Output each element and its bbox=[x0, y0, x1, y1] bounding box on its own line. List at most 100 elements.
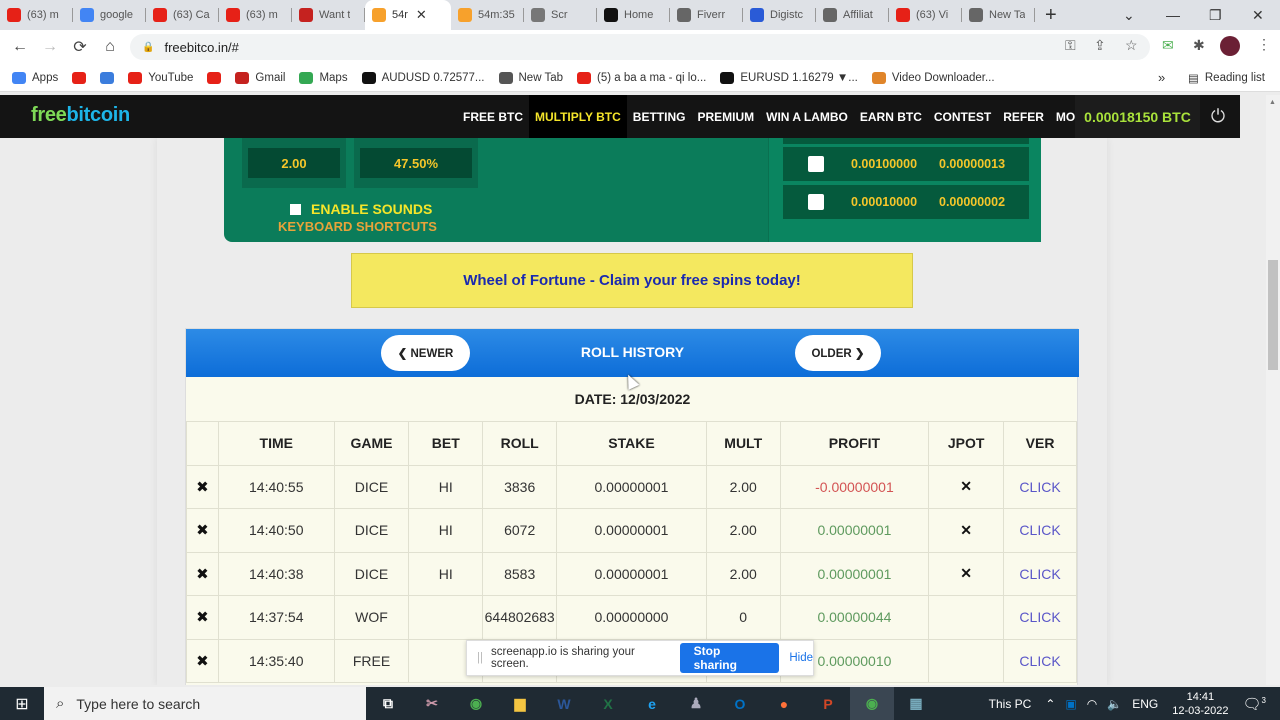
older-button[interactable]: OLDER ❯ bbox=[795, 335, 881, 371]
file-explorer-icon[interactable]: ▆ bbox=[498, 687, 542, 720]
outlook-icon[interactable]: O bbox=[718, 687, 762, 720]
home-button[interactable]: ⌂ bbox=[95, 38, 125, 56]
drag-grip-icon[interactable]: || bbox=[477, 652, 483, 664]
more-bookmarks-icon[interactable]: » bbox=[1158, 70, 1165, 85]
browser-tab[interactable]: google bbox=[73, 0, 146, 30]
bookmark-item[interactable]: EURUSD 1.16279 ▼... bbox=[720, 71, 858, 84]
keyboard-shortcuts-link[interactable]: KEYBOARD SHORTCUTS bbox=[278, 219, 437, 234]
reading-list-button[interactable]: ▤ Reading list bbox=[1188, 71, 1265, 85]
windows-start-icon[interactable]: ⊞ bbox=[0, 687, 44, 720]
cell-ver[interactable]: CLICK bbox=[1003, 551, 1077, 596]
this-pc-label[interactable]: This PC bbox=[989, 697, 1032, 711]
browser-tab[interactable]: (63) Ca bbox=[146, 0, 219, 30]
bookmark-item[interactable]: Apps bbox=[12, 71, 58, 84]
share-icon[interactable]: ⇪ bbox=[1094, 37, 1106, 54]
payout-value[interactable]: 2.00 bbox=[248, 148, 340, 178]
forward-button[interactable]: → bbox=[35, 38, 65, 56]
browser-tab[interactable]: Digistc bbox=[743, 0, 816, 30]
calculator-icon[interactable]: ▦ bbox=[894, 687, 938, 720]
taskbar-clock[interactable]: 14:41 12-03-2022 bbox=[1172, 690, 1228, 718]
excel-icon[interactable]: X bbox=[586, 687, 630, 720]
bookmark-item[interactable] bbox=[72, 71, 92, 84]
cell-game: DICE bbox=[333, 464, 410, 509]
language-indicator[interactable]: ENG bbox=[1132, 697, 1158, 711]
back-button[interactable]: ← bbox=[5, 38, 35, 56]
outlook-tray-icon[interactable]: ▣ bbox=[1065, 697, 1076, 711]
minimize-button[interactable]: — bbox=[1166, 0, 1180, 30]
scrollbar-thumb[interactable] bbox=[1268, 260, 1278, 370]
bookmark-item[interactable]: Video Downloader... bbox=[871, 71, 995, 84]
browser-tab[interactable]: New Ta bbox=[962, 0, 1035, 30]
cell-ver[interactable]: CLICK bbox=[1003, 464, 1077, 509]
browser-tab[interactable]: (63) Vi bbox=[889, 0, 962, 30]
tab-search-dropdown-icon[interactable]: ⌄ bbox=[1123, 0, 1135, 30]
hide-button[interactable]: Hide bbox=[789, 652, 813, 664]
browser-tab[interactable]: (63) m bbox=[219, 0, 292, 30]
wifi-icon[interactable]: ◠ bbox=[1087, 697, 1097, 711]
site-menu-item[interactable]: CONTEST bbox=[928, 95, 997, 138]
chrome-taskbar-icon[interactable]: ◉ bbox=[454, 687, 498, 720]
wheel-of-fortune-banner[interactable]: Wheel of Fortune - Claim your free spins… bbox=[351, 253, 913, 308]
bookmark-item[interactable]: New Tab bbox=[498, 71, 563, 84]
key-icon[interactable]: ⚿ bbox=[1065, 37, 1076, 54]
jackpot-checkbox[interactable] bbox=[808, 156, 824, 172]
address-bar[interactable]: 🔒 freebitco.in/# bbox=[130, 34, 1150, 60]
bookmark-item[interactable]: YouTube bbox=[128, 71, 193, 84]
extensions-puzzle-icon[interactable]: ✱ bbox=[1193, 37, 1205, 54]
new-tab-button[interactable]: + bbox=[1045, 4, 1057, 27]
browser-tab[interactable]: Want t bbox=[292, 0, 365, 30]
bookmark-item[interactable]: Gmail bbox=[235, 71, 285, 84]
volume-icon[interactable]: 🔈 bbox=[1107, 697, 1122, 711]
snipping-tool-icon[interactable]: ✂ bbox=[410, 687, 454, 720]
site-menu-item[interactable]: BETTING bbox=[627, 95, 692, 138]
cell-ver[interactable]: CLICK bbox=[1003, 638, 1077, 683]
bookmark-item[interactable] bbox=[100, 71, 120, 84]
bookmark-item[interactable] bbox=[207, 71, 227, 84]
site-menu-item[interactable]: REFER bbox=[997, 95, 1050, 138]
site-menu-item[interactable]: FREE BTC bbox=[457, 95, 529, 138]
chrome-active-icon[interactable]: ◉ bbox=[850, 687, 894, 720]
page-scrollbar[interactable]: ▲ bbox=[1266, 95, 1280, 685]
word-icon[interactable]: W bbox=[542, 687, 586, 720]
profile-avatar[interactable] bbox=[1220, 36, 1240, 56]
logout-power-icon[interactable]: ⏻ bbox=[1200, 95, 1236, 138]
app-icon[interactable]: ♟ bbox=[674, 687, 718, 720]
site-menu-item[interactable]: WIN A LAMBO bbox=[760, 95, 854, 138]
extension-mail-icon[interactable]: ✉ bbox=[1162, 37, 1174, 54]
notifications-icon[interactable]: 🗨3 bbox=[1243, 695, 1267, 713]
jackpot-checkbox[interactable] bbox=[808, 194, 824, 210]
cell-ver[interactable]: CLICK bbox=[1003, 508, 1077, 553]
close-window-button[interactable]: ✕ bbox=[1252, 0, 1264, 30]
browser-tab[interactable]: 54r ✕ bbox=[365, 0, 451, 30]
firefox-icon[interactable]: ● bbox=[762, 687, 806, 720]
win-chance-value[interactable]: 47.50% bbox=[360, 148, 472, 178]
browser-tab[interactable]: Scr bbox=[524, 0, 597, 30]
browser-tab[interactable]: Affiliat bbox=[816, 0, 889, 30]
browser-tab[interactable]: Home bbox=[597, 0, 670, 30]
menu-kebab-icon[interactable]: ⋮ bbox=[1257, 36, 1271, 53]
browser-tab[interactable]: (63) m bbox=[0, 0, 73, 30]
task-view-icon[interactable]: ⧉ bbox=[366, 687, 410, 720]
taskbar-search-box[interactable]: ⌕ Type here to search bbox=[44, 687, 366, 720]
bookmark-item[interactable]: (5) a ba a ma - qi lo... bbox=[577, 71, 706, 84]
internet-explorer-icon[interactable]: e bbox=[630, 687, 674, 720]
browser-tab[interactable]: 54m:35 bbox=[451, 0, 524, 30]
close-tab-icon[interactable]: ✕ bbox=[416, 7, 427, 23]
stop-sharing-button[interactable]: Stop sharing bbox=[679, 643, 780, 673]
scroll-up-arrow-icon[interactable]: ▲ bbox=[1269, 99, 1276, 106]
bookmark-item[interactable]: AUDUSD 0.72577... bbox=[361, 71, 485, 84]
bookmark-star-icon[interactable]: ☆ bbox=[1125, 37, 1138, 54]
browser-tab[interactable]: Fiverr bbox=[670, 0, 743, 30]
powerpoint-icon[interactable]: P bbox=[806, 687, 850, 720]
freebitcoin-logo[interactable]: freebitcoin bbox=[31, 104, 130, 127]
maximize-button[interactable]: ❐ bbox=[1209, 0, 1222, 30]
sounds-checkbox[interactable] bbox=[290, 203, 301, 215]
site-menu-item[interactable]: MULTIPLY BTC bbox=[529, 95, 627, 138]
site-menu-item[interactable]: EARN BTC bbox=[854, 95, 928, 138]
bookmark-item[interactable]: Maps bbox=[299, 71, 348, 84]
reload-button[interactable]: ⟳ bbox=[65, 37, 95, 57]
site-menu-item[interactable]: PREMIUM bbox=[691, 95, 760, 138]
enable-sounds-toggle[interactable]: ENABLE SOUNDS bbox=[290, 201, 432, 217]
tray-expand-icon[interactable]: ⌃ bbox=[1045, 697, 1055, 711]
cell-ver[interactable]: CLICK bbox=[1003, 595, 1077, 640]
